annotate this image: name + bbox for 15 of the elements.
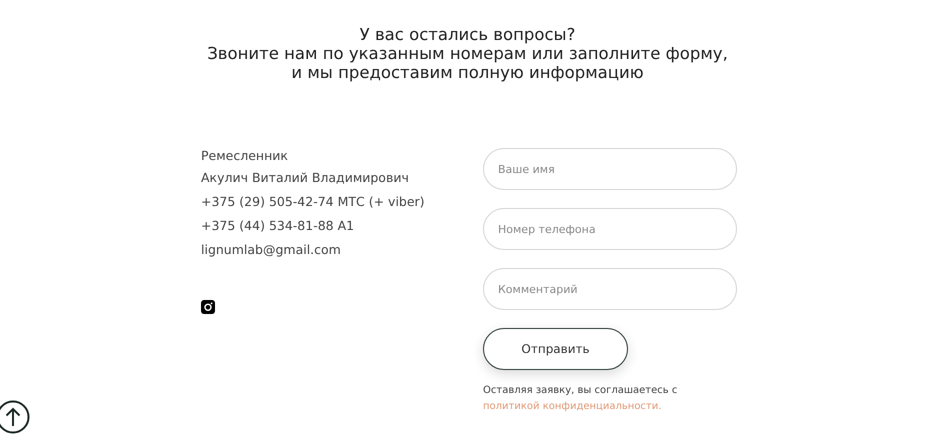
input-field[interactable]: Номер телефона xyxy=(483,208,737,250)
submit-button[interactable]: Отправить xyxy=(483,328,628,370)
contact-text: Ремесленник xyxy=(201,148,289,164)
contact-text: +375 (44) 534-81-88 А1 xyxy=(201,218,356,234)
heading-line: Звоните нам по указанным номерам или заполните форму, xyxy=(207,44,728,63)
instagram-icon[interactable] xyxy=(201,300,215,314)
heading-line: У вас остались вопросы? xyxy=(360,25,576,44)
input-field[interactable]: Комментарий xyxy=(483,268,737,310)
contact-text: lignumlab@gmail.com xyxy=(201,242,342,258)
contact-text: +375 (29) 505-42-74 МТС (+ viber) xyxy=(201,194,426,210)
heading-line: и мы предоставим полную информацию xyxy=(291,63,644,82)
input-field[interactable]: Ваше имя xyxy=(483,148,737,190)
contact-text: Акулич Виталий Владимирович xyxy=(201,170,410,186)
consent-text: Оставляя заявку, вы соглашаетесь с политикой конфиденциальности. xyxy=(483,384,678,414)
scroll-up-icon[interactable] xyxy=(0,400,30,434)
